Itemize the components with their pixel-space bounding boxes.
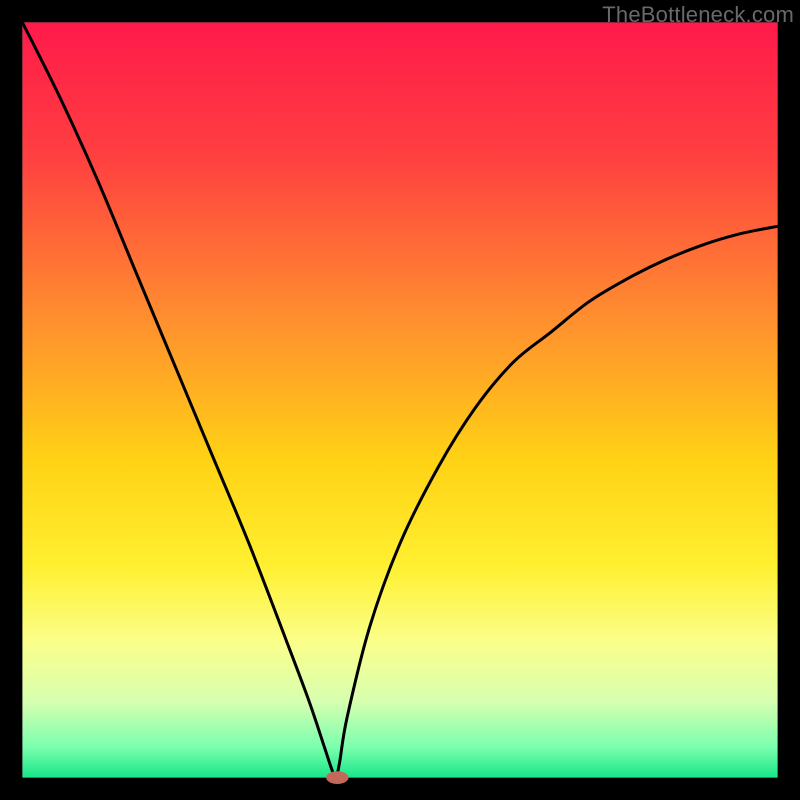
plot-background [22, 22, 777, 777]
bottleneck-chart: TheBottleneck.com [0, 0, 800, 800]
optimal-point-marker [326, 771, 348, 784]
plot-border [0, 0, 22, 800]
plot-border [778, 0, 800, 800]
watermark-text: TheBottleneck.com [602, 2, 794, 28]
plot-border [0, 778, 800, 800]
chart-svg [0, 0, 800, 800]
